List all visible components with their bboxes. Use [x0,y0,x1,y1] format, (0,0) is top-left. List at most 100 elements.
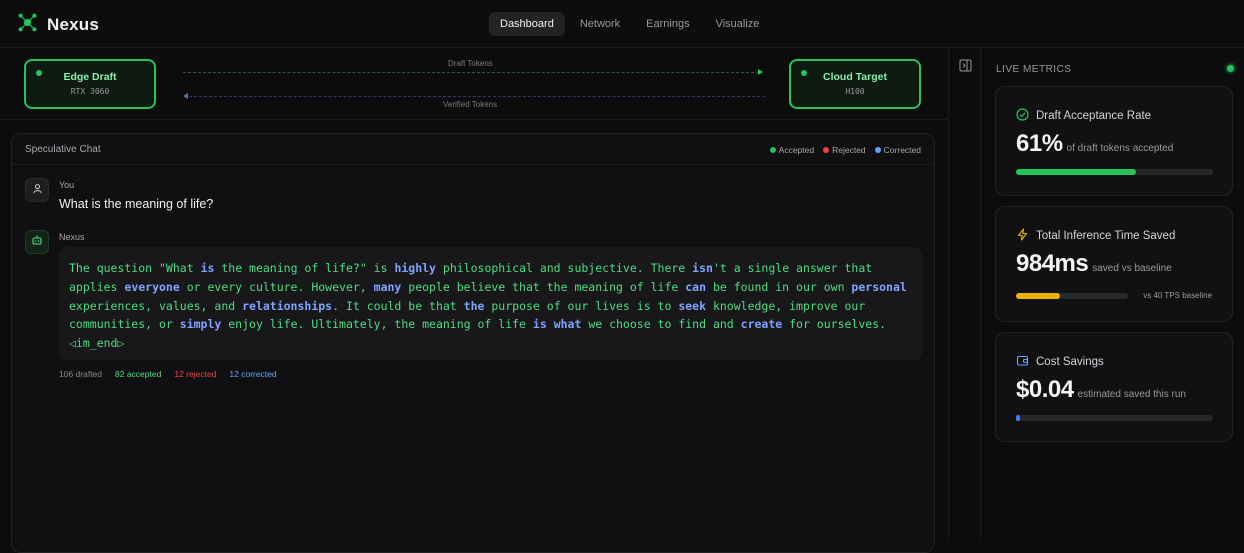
legend-rejected: Rejected [823,145,866,155]
app-logo[interactable]: Nexus [18,13,99,37]
time-saved-bar [1016,293,1128,299]
accepted-token: experiences, values, and [69,298,243,313]
tab-network[interactable]: Network [569,12,631,36]
accepted-token: or every culture. However, [179,279,374,294]
message-line: communities, or simply enjoy life. Ultim… [69,315,912,334]
time-saved-value: 984ms [1016,250,1089,277]
corrected-token: isn [692,261,713,275]
speculative-chat-panel: Speculative Chat Accepted Rejected Corre… [11,133,935,553]
bot-icon [31,233,43,251]
time-saved-sub: saved vs baseline [1092,263,1172,274]
accepted-token [547,317,554,331]
accepted-token: The question "What [69,261,201,275]
acceptance-bar-fill [1016,169,1137,175]
live-status-dot [1227,65,1234,72]
cost-sub: estimated saved this run [1077,389,1186,400]
cost-header: Cost Savings [1016,354,1104,370]
app-name: Nexus [47,15,100,34]
token-legend: Accepted Rejected Corrected [769,145,921,155]
acceptance-value-row: 61% of draft tokens accepted [1016,130,1173,158]
legend-accepted: Accepted [769,145,814,155]
assistant-avatar [25,230,49,254]
edge-draft-node[interactable]: Edge Draft RTX 3060 [24,59,156,109]
end-token: ◁im_end▷ [69,336,125,351]
main-nav: Dashboard Network Earnings Visualize [489,12,770,36]
corrected-token: can [685,279,707,294]
tab-earnings[interactable]: Earnings [635,12,700,36]
message-line: The question "What is the meaning of lif… [69,259,912,278]
user-message: What is the meaning of life? [59,197,214,211]
cloud-node-title: Cloud Target [823,71,887,83]
legend-corrected: Corrected [874,145,921,155]
live-metrics-title: LIVE METRICS [996,64,1072,75]
corrected-token: seek [678,298,707,313]
corrected-token: many [373,279,402,294]
token-stats: 106 drafted 82 accepted 12 rejected 12 c… [59,369,277,379]
stat-accepted: 82 accepted [115,369,162,379]
corrected-token: is [200,261,215,275]
cost-value: $0.04 [1016,376,1074,403]
accepted-token: for ourselves. [782,317,887,332]
user-icon [32,181,43,199]
edge-node-device: RTX 3060 [70,87,110,96]
user-sender-name: You [59,180,75,190]
acceptance-header: Draft Acceptance Rate [1016,108,1151,124]
draft-arrow-icon [758,69,763,75]
stat-corrected: 12 corrected [229,369,277,379]
accepted-token: 't a single answer that [712,261,873,275]
accepted-token: people believe that the meaning of life [401,279,686,294]
accepted-token: . It could be that [332,298,464,313]
tab-visualize[interactable]: Visualize [705,12,771,36]
cost-label: Cost Savings [1036,356,1104,368]
stat-drafted: 106 drafted [59,369,103,379]
accepted-token: purpose of our lives is to [484,298,679,313]
verified-tokens-label: Verified Tokens [443,100,498,109]
stat-rejected: 12 rejected [174,369,217,379]
assistant-sender-name: Nexus [59,232,85,242]
corrected-token: everyone [124,279,180,294]
assistant-message: The question "What is the meaning of lif… [59,247,922,360]
chat-title: Speculative Chat [25,144,101,155]
accepted-token: we choose to find and [581,317,741,332]
top-bar: Nexus Dashboard Network Earnings Visuali… [0,0,1244,48]
corrected-token: the [463,298,485,313]
time-saved-bar-fill [1016,293,1060,299]
acceptance-bar [1016,169,1213,175]
time-saved-card: Total Inference Time Saved 984ms saved vs… [995,206,1233,322]
accepted-token: philosophical and subjective. There [435,261,693,275]
collapse-column [948,48,981,540]
message-line: experiences, values, and relationships. … [69,297,912,316]
corrected-token: simply [179,317,222,332]
wallet-icon [1016,354,1029,370]
accepted-token: applies [69,279,125,294]
cost-bar [1016,415,1213,421]
chat-header: Speculative Chat Accepted Rejected Corre… [12,134,934,165]
sidebar-toggle-icon[interactable] [959,59,972,77]
time-saved-label: Total Inference Time Saved [1036,230,1176,242]
lightning-icon [1016,228,1029,244]
cloud-node-device: H100 [845,87,865,96]
cloud-target-node[interactable]: Cloud Target H100 [789,59,921,109]
acceptance-rate-card: Draft Acceptance Rate 61% of draft tokens… [995,86,1233,196]
time-saved-header: Total Inference Time Saved [1016,228,1175,244]
corrected-token: highly [394,261,436,275]
verified-flow-line [189,96,765,97]
message-line: applies everyone or every culture. Howev… [69,278,912,297]
draft-flow-line [183,72,759,73]
check-circle-icon [1016,108,1029,124]
cost-bar-fill [1016,415,1020,421]
tab-dashboard[interactable]: Dashboard [489,12,565,36]
acceptance-sub: of draft tokens accepted [1066,143,1174,154]
corrected-token: is [532,317,547,332]
acceptance-label: Draft Acceptance Rate [1036,110,1152,122]
corrected-token: personal [851,279,907,294]
cost-savings-card: Cost Savings $0.04 estimated saved this r… [995,332,1233,442]
draft-tokens-label: Draft Tokens [448,59,493,68]
cost-value-row: $0.04 estimated saved this run [1016,376,1186,404]
verified-arrow-icon [183,93,188,99]
cloud-status-dot [801,70,807,76]
corrected-token: relationships [242,298,333,313]
acceptance-value: 61% [1016,130,1063,157]
speculative-pipeline: Edge Draft RTX 3060 Draft Tokens Verifie… [0,48,948,120]
corrected-token: what [553,317,582,332]
